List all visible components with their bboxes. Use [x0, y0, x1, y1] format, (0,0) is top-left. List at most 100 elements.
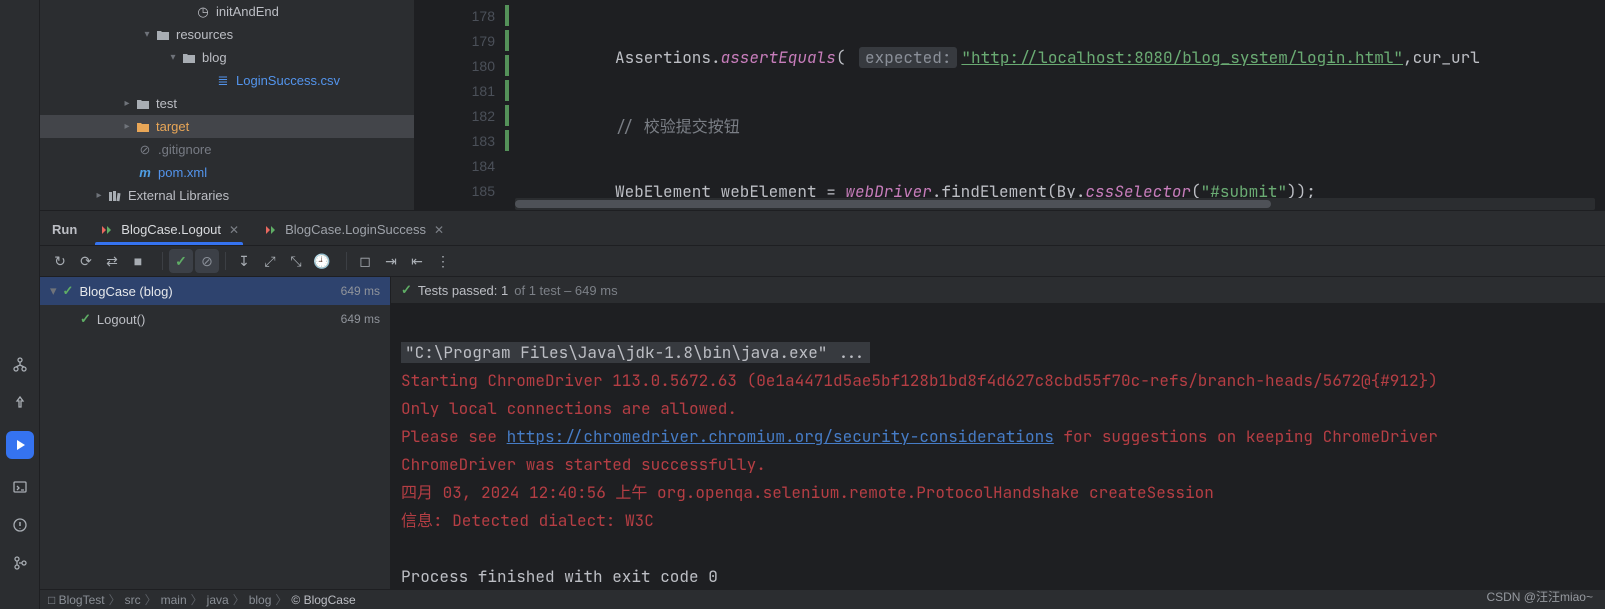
code-comment: // 校验提交按钮: [615, 113, 740, 137]
build-icon[interactable]: [10, 393, 30, 413]
tree-item[interactable]: ▸test: [40, 92, 414, 115]
console-line: Only local connections are allowed.: [401, 398, 737, 419]
tree-item-label: resources: [176, 27, 233, 42]
separator: [346, 252, 347, 270]
line-number: 184: [415, 153, 515, 178]
tree-item-label: .gitignore: [158, 142, 211, 157]
tree-item[interactable]: ◷initAndEnd: [40, 0, 414, 23]
test-config-icon: [99, 223, 113, 237]
breadcrumb-separator: 〉: [275, 591, 287, 608]
expand-all-icon[interactable]: ⤢: [258, 249, 282, 273]
vcs-icon[interactable]: [10, 553, 30, 573]
sort-icon[interactable]: ↧: [232, 249, 256, 273]
console-line: Starting ChromeDriver 113.0.5672.63 (0e1…: [401, 370, 1438, 391]
breadcrumb-separator: 〉: [145, 591, 157, 608]
console-line: Process finished with exit code 0: [401, 566, 718, 587]
folder-icon: [180, 52, 198, 64]
pass-icon: ✓: [63, 283, 74, 299]
code-editor[interactable]: 178179180181182183184185 Assertions.asse…: [415, 0, 1605, 210]
editor-horizontal-scrollbar[interactable]: [515, 198, 1595, 210]
console-line: ChromeDriver was started successfully.: [401, 454, 766, 475]
tree-item[interactable]: ▾ blog: [40, 46, 414, 69]
tree-item[interactable]: ▸target: [40, 115, 414, 138]
test-time: 649 ms: [341, 284, 380, 298]
project-tree[interactable]: ◷initAndEnd ▾ resources ▾ blog ≣LoginSuccess.…: [40, 0, 415, 210]
test-root-label: BlogCase (blog): [79, 284, 172, 299]
show-ignored-icon[interactable]: ⊘: [195, 249, 219, 273]
class-icon: ◷: [194, 4, 212, 20]
editor-gutter: 178179180181182183184185: [415, 0, 515, 210]
expand-arrow-icon[interactable]: ▾: [166, 52, 180, 63]
history-icon[interactable]: 🕘: [310, 249, 334, 273]
test-results-tree[interactable]: ▾✓BlogCase (blog) 649 ms ✓Logout() 649 m…: [40, 277, 391, 589]
console-line: Please see: [401, 426, 507, 447]
close-icon[interactable]: ✕: [434, 223, 444, 237]
expand-arrow-icon[interactable]: ▾: [140, 29, 154, 40]
terminal-icon[interactable]: [10, 477, 30, 497]
stop-icon[interactable]: ■: [126, 249, 150, 273]
console-line: for suggestions on keeping ChromeDriver: [1054, 426, 1438, 447]
vcs-change-bar: [505, 55, 509, 76]
tree-item[interactable]: ⊘.gitignore: [40, 138, 414, 161]
console-link[interactable]: https://chromedriver.chromium.org/securi…: [507, 426, 1054, 447]
toggle-auto-test-icon[interactable]: ⇄: [100, 249, 124, 273]
expand-arrow-icon[interactable]: ▸: [120, 121, 134, 132]
vcs-change-bar: [505, 80, 509, 101]
csv-file-icon: ≣: [214, 73, 232, 89]
status-passed: Tests passed: 1: [418, 283, 508, 298]
export-icon[interactable]: ⇥: [379, 249, 403, 273]
breadcrumb-segment[interactable]: □ BlogTest: [48, 593, 105, 607]
structure-icon[interactable]: [10, 355, 30, 375]
scrollbar-thumb[interactable]: [515, 200, 1271, 208]
show-passed-icon[interactable]: ✓: [169, 249, 193, 273]
folder-icon: [134, 98, 152, 110]
screenshot-icon[interactable]: ◻: [353, 249, 377, 273]
test-method-row[interactable]: ✓Logout() 649 ms: [40, 305, 390, 333]
run-label: Run: [52, 214, 85, 245]
vcs-change-bar: [505, 105, 509, 126]
separator: [162, 252, 163, 270]
breadcrumb-segment[interactable]: main: [161, 593, 187, 607]
test-root-row[interactable]: ▾✓BlogCase (blog) 649 ms: [40, 277, 390, 305]
tree-item[interactable]: ≣LoginSuccess.csv: [40, 69, 414, 92]
collapse-all-icon[interactable]: ⤡: [284, 249, 308, 273]
console-output[interactable]: "C:\Program Files\Java\jdk-1.8\bin\java.…: [391, 303, 1605, 589]
run-toolbar: ↻ ⟳ ⇄ ■ ✓ ⊘ ↧ ⤢ ⤡ 🕘 ◻ ⇥ ⇤ ⋮: [40, 245, 1605, 277]
tree-item-label: External Libraries: [128, 188, 229, 203]
code-string: "http://localhost:8080/blog_system/login…: [961, 47, 1403, 68]
run-tabs: Run BlogCase.Logout ✕ BlogCase.LoginSucc…: [40, 211, 1605, 245]
run-tab-label: BlogCase.Logout: [121, 222, 221, 237]
run-tab-loginsuccess[interactable]: BlogCase.LoginSuccess ✕: [253, 216, 454, 245]
run-tool-icon[interactable]: [6, 431, 34, 459]
line-number: 182: [415, 103, 515, 128]
code-text: ,cur_url: [1403, 47, 1480, 68]
breadcrumb-segment[interactable]: src: [125, 593, 141, 607]
problems-icon[interactable]: [10, 515, 30, 535]
code-text: Assertions.: [615, 47, 721, 68]
tree-item-label: blog: [202, 50, 227, 65]
maven-icon: m: [136, 165, 154, 180]
test-config-icon: [263, 223, 277, 237]
pass-icon: ✓: [401, 282, 412, 298]
breadcrumb-segment[interactable]: © BlogCase: [291, 593, 355, 607]
pass-icon: ✓: [80, 311, 91, 327]
expand-arrow-icon[interactable]: ▸: [92, 190, 106, 201]
run-tab-logout[interactable]: BlogCase.Logout ✕: [89, 216, 249, 245]
tree-item[interactable]: mpom.xml: [40, 161, 414, 184]
import-icon[interactable]: ⇤: [405, 249, 429, 273]
more-icon[interactable]: ⋮: [431, 249, 455, 273]
breadcrumb-separator: 〉: [233, 591, 245, 608]
breadcrumb-segment[interactable]: java: [207, 593, 229, 607]
tree-item[interactable]: ▾ resources: [40, 23, 414, 46]
rerun-icon[interactable]: ↻: [48, 249, 72, 273]
breadcrumb-segment[interactable]: blog: [249, 593, 272, 607]
line-number: 181: [415, 78, 515, 103]
breadcrumb[interactable]: □ BlogTest〉src〉main〉java〉blog〉© BlogCase: [40, 589, 1605, 609]
tree-item[interactable]: ▸ External Libraries: [40, 184, 414, 207]
close-icon[interactable]: ✕: [229, 223, 239, 237]
status-total: of 1 test – 649 ms: [514, 283, 617, 298]
expand-arrow-icon[interactable]: ▸: [120, 98, 134, 109]
rerun-failed-icon[interactable]: ⟳: [74, 249, 98, 273]
code-area[interactable]: Assertions.assertEquals( expected:"http:…: [515, 0, 1605, 210]
breadcrumb-separator: 〉: [109, 591, 121, 608]
